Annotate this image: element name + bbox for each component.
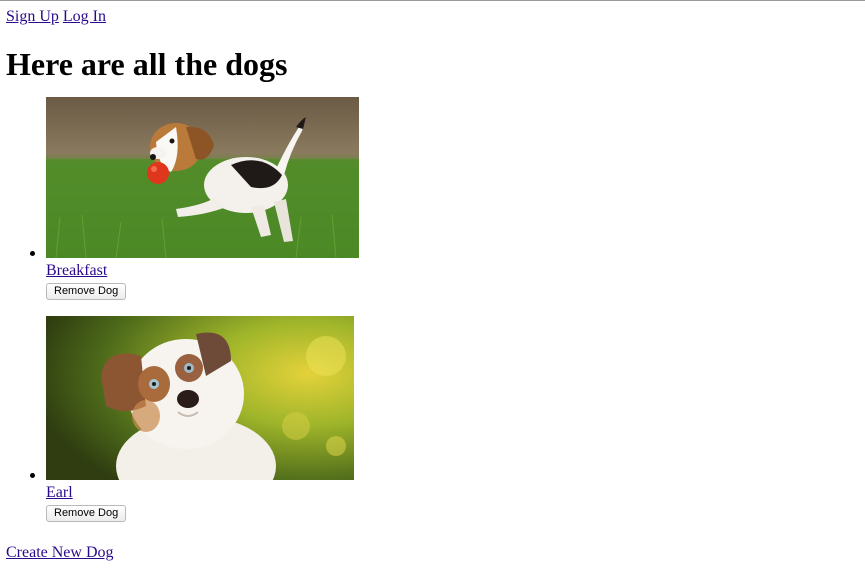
page-title: Here are all the dogs [6,46,288,82]
dog-name-link[interactable]: Breakfast [46,262,107,280]
page: Sign Up Log In Here are all the dogs Bre… [6,8,856,561]
remove-dog-button[interactable]: Remove Dog [46,283,127,300]
signup-link[interactable]: Sign Up [6,8,59,25]
nav-links: Sign Up Log In [6,8,856,26]
top-border [0,0,865,1]
dog-photo-earl [46,316,354,480]
list-item: Earl Remove Dog [30,316,856,522]
dog-list: Breakfast Remove Dog Earl Remove Dog [6,97,856,522]
list-item: Breakfast Remove Dog [30,97,856,300]
dog-name-link[interactable]: Earl [46,484,73,502]
list-bullet [30,251,35,256]
list-bullet [30,473,35,478]
create-new-dog-link[interactable]: Create New Dog [6,544,114,562]
dog-photo-breakfast [46,97,359,258]
remove-dog-button[interactable]: Remove Dog [46,505,127,522]
login-link[interactable]: Log In [63,8,106,25]
